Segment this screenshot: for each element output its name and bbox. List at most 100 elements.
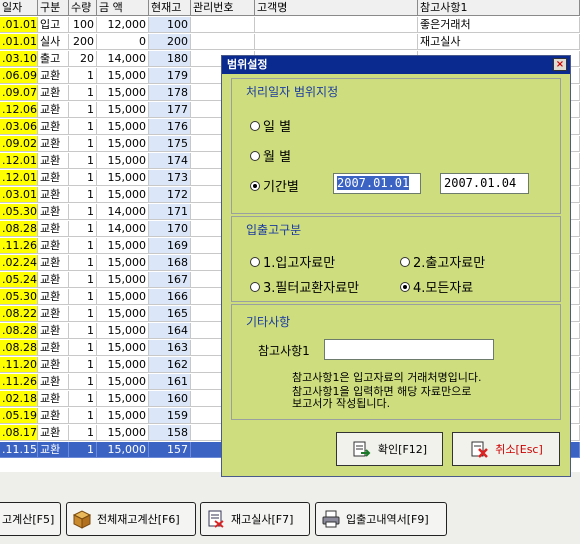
header-stock[interactable]: 현재고 bbox=[149, 0, 191, 16]
radio-daily[interactable]: 일 별 bbox=[250, 116, 291, 135]
cell-qty: 1 bbox=[69, 68, 97, 84]
cell-type: 교환 bbox=[38, 272, 69, 288]
cancel-label: 취소[Esc] bbox=[495, 443, 543, 456]
ok-button[interactable]: 확인[F12] bbox=[336, 432, 443, 466]
cell-date: .03.10 bbox=[0, 51, 38, 67]
cell-date: .08.28 bbox=[0, 323, 38, 339]
bottom-toolbar: 고계산[F5] 전체재고계산[F6] 재고실사[F7] 입출고내역서[F9] bbox=[0, 472, 580, 544]
confirm-icon bbox=[353, 441, 371, 457]
header-customer[interactable]: 고객명 bbox=[255, 0, 418, 16]
cell-amount: 15,000 bbox=[97, 323, 149, 339]
cell-date: .03.01 bbox=[0, 187, 38, 203]
cell-amount: 15,000 bbox=[97, 442, 149, 458]
cell-stock: 166 bbox=[149, 289, 191, 305]
cell-customer bbox=[255, 34, 418, 50]
cell-amount: 14,000 bbox=[97, 204, 149, 220]
cell-amount: 15,000 bbox=[97, 255, 149, 271]
radio-filter-exchange-only[interactable]: 3.필터교환자료만 bbox=[250, 277, 359, 296]
cell-type: 교환 bbox=[38, 391, 69, 407]
header-type[interactable]: 구분 bbox=[38, 0, 69, 16]
note-input[interactable] bbox=[324, 339, 494, 360]
cell-amount: 15,000 bbox=[97, 340, 149, 356]
hint-line-3: 보고서가 작성됩니다. bbox=[292, 397, 391, 410]
cell-qty: 1 bbox=[69, 408, 97, 424]
cell-amount: 15,000 bbox=[97, 136, 149, 152]
cell-type: 교환 bbox=[38, 85, 69, 101]
stock-audit-button[interactable]: 재고실사[F7] bbox=[200, 502, 310, 536]
cell-type: 교환 bbox=[38, 340, 69, 356]
radio-monthly-label: 월 별 bbox=[263, 150, 292, 165]
table-row[interactable]: .01.01 실사 200 0 200 재고실사 bbox=[0, 34, 580, 51]
dialog-title: 범위설정 bbox=[222, 56, 570, 74]
cell-type: 교환 bbox=[38, 408, 69, 424]
cell-stock: 167 bbox=[149, 272, 191, 288]
cell-type: 교환 bbox=[38, 289, 69, 305]
cell-qty: 1 bbox=[69, 102, 97, 118]
cell-qty: 200 bbox=[69, 34, 97, 50]
cell-amount: 15,000 bbox=[97, 85, 149, 101]
header-amount[interactable]: 금 액 bbox=[97, 0, 149, 16]
cell-qty: 100 bbox=[69, 17, 97, 33]
radio-period[interactable]: 기간별 bbox=[250, 176, 299, 195]
radio-daily-label: 일 별 bbox=[263, 120, 292, 135]
cell-amount: 15,000 bbox=[97, 187, 149, 203]
total-stock-calc-button[interactable]: 전체재고계산[F6] bbox=[66, 502, 196, 536]
cell-date: .11.26 bbox=[0, 374, 38, 390]
cancel-button[interactable]: 취소[Esc] bbox=[452, 432, 560, 466]
cell-amount: 15,000 bbox=[97, 170, 149, 186]
cell-type: 교환 bbox=[38, 221, 69, 237]
cell-type: 입고 bbox=[38, 17, 69, 33]
radio-all-circle bbox=[400, 281, 410, 292]
cell-type: 교환 bbox=[38, 357, 69, 373]
hint-line-1: 참고사항1은 입고자료의 거래처명입니다. bbox=[292, 371, 482, 384]
date-to-input[interactable]: 2007.01.04 bbox=[440, 173, 529, 194]
cell-date: .01.01 bbox=[0, 17, 38, 33]
cell-date: .11.15 bbox=[0, 442, 38, 458]
cell-date: .02.18 bbox=[0, 391, 38, 407]
cell-date: .11.20 bbox=[0, 357, 38, 373]
radio-monthly[interactable]: 월 별 bbox=[250, 146, 291, 165]
cell-type: 교환 bbox=[38, 323, 69, 339]
cell-type: 교환 bbox=[38, 374, 69, 390]
cell-date: .08.28 bbox=[0, 221, 38, 237]
header-mgmt[interactable]: 관리번호 bbox=[191, 0, 255, 16]
table-row[interactable]: .01.01 입고 100 12,000 100 좋은거래처 bbox=[0, 17, 580, 34]
stock-calc-button[interactable]: 고계산[F5] bbox=[0, 502, 61, 536]
cell-amount: 15,000 bbox=[97, 425, 149, 441]
radio-inbound-only[interactable]: 1.입고자료만 bbox=[250, 252, 335, 271]
cell-stock: 158 bbox=[149, 425, 191, 441]
cell-qty: 1 bbox=[69, 391, 97, 407]
cell-date: .08.17 bbox=[0, 425, 38, 441]
close-button[interactable]: × bbox=[553, 58, 567, 71]
cell-type: 출고 bbox=[38, 51, 69, 67]
header-note[interactable]: 참고사항1 bbox=[418, 0, 580, 16]
cell-type: 교환 bbox=[38, 306, 69, 322]
cell-type: 교환 bbox=[38, 238, 69, 254]
cell-qty: 1 bbox=[69, 374, 97, 390]
cell-stock: 161 bbox=[149, 374, 191, 390]
cell-date: .08.22 bbox=[0, 306, 38, 322]
cell-qty: 1 bbox=[69, 425, 97, 441]
cell-qty: 20 bbox=[69, 51, 97, 67]
inout-report-button[interactable]: 입출고내역서[F9] bbox=[315, 502, 447, 536]
date-from-input[interactable]: 2007.01.01 bbox=[333, 173, 421, 194]
radio-filter-label: 3.필터교환자료만 bbox=[263, 281, 360, 296]
cell-date: .03.06 bbox=[0, 119, 38, 135]
cell-qty: 1 bbox=[69, 221, 97, 237]
radio-outbound-only[interactable]: 2.출고자료만 bbox=[400, 252, 485, 271]
cell-amount: 15,000 bbox=[97, 289, 149, 305]
radio-all-data[interactable]: 4.모든자료 bbox=[400, 277, 473, 296]
cell-amount: 15,000 bbox=[97, 238, 149, 254]
cell-amount: 15,000 bbox=[97, 357, 149, 373]
cell-mgmt bbox=[191, 34, 255, 50]
radio-monthly-circle bbox=[250, 150, 260, 161]
cell-date: .05.24 bbox=[0, 272, 38, 288]
printer-icon bbox=[322, 510, 340, 528]
cell-qty: 1 bbox=[69, 204, 97, 220]
header-qty[interactable]: 수량 bbox=[69, 0, 97, 16]
cell-date: .12.01 bbox=[0, 170, 38, 186]
cell-date: .01.01 bbox=[0, 34, 38, 50]
cell-amount: 15,000 bbox=[97, 272, 149, 288]
header-date[interactable]: 일자 bbox=[0, 0, 38, 16]
cell-stock: 178 bbox=[149, 85, 191, 101]
